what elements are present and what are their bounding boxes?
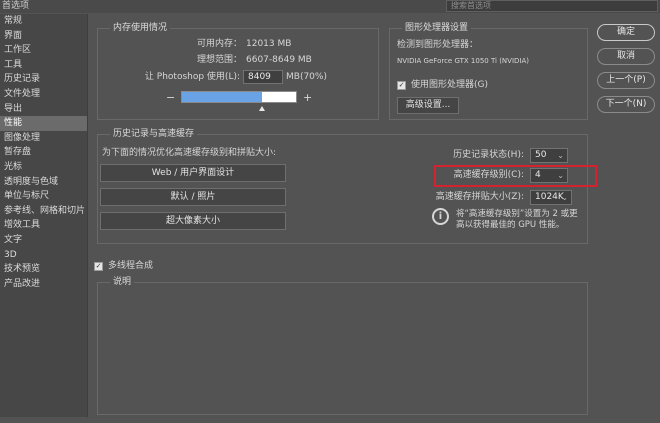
sidebar-item-export[interactable]: 导出: [0, 102, 87, 117]
advanced-settings-button[interactable]: 高级设置...: [397, 97, 459, 114]
next-button[interactable]: 下一个(N): [597, 96, 655, 113]
sidebar-item-units-rulers[interactable]: 单位与标尺: [0, 189, 87, 204]
sidebar-item-transparency-gamut[interactable]: 透明度与色域: [0, 175, 87, 190]
memory-usage-unit: MB(70%): [286, 72, 327, 82]
history-cache-legend: 历史记录与高速缓存: [110, 129, 198, 140]
cancel-button[interactable]: 取消: [597, 48, 655, 65]
memory-slider-handle[interactable]: [259, 106, 266, 111]
sidebar: 常规 界面 工作区 工具 历史记录 文件处理 导出 性能 图像处理 暂存盘 光标…: [0, 14, 88, 417]
memory-slider-fill: [182, 92, 262, 102]
info-text-line-2: 高以获得最佳的 GPU 性能。: [456, 220, 565, 230]
sidebar-item-guides-grid-slices[interactable]: 参考线、网格和切片: [0, 204, 87, 219]
detected-gpu-label: 检测到图形处理器：: [397, 40, 479, 50]
photoshop-use-label: 让 Photoshop 使用(L):: [144, 72, 240, 82]
history-states-value: 50: [535, 150, 547, 160]
slider-minus-icon: −: [166, 91, 176, 104]
tile-size-select[interactable]: 1024K ⌄: [530, 190, 572, 205]
ideal-range-value: 6607-8649 MB: [246, 55, 312, 65]
sidebar-item-history-log[interactable]: 历史记录: [0, 72, 87, 87]
sidebar-item-general[interactable]: 常规: [0, 14, 87, 29]
description-panel: 说明: [97, 277, 588, 415]
sidebar-item-plugins[interactable]: 增效工具: [0, 218, 87, 233]
sidebar-item-type[interactable]: 文字: [0, 233, 87, 248]
history-states-select[interactable]: 50 ⌄: [530, 148, 568, 163]
default-photos-button[interactable]: 默认 / 照片: [100, 188, 286, 206]
available-ram-value: 12013 MB: [246, 39, 292, 49]
available-ram-label: 可用内存：: [196, 39, 242, 49]
checkmark-icon: ✓: [398, 81, 405, 89]
gpu-settings-legend: 图形处理器设置: [402, 23, 472, 34]
info-text-line-1: 将“高速缓存级别”设置为 2 或更: [456, 209, 578, 219]
chevron-down-icon: ⌄: [561, 193, 568, 202]
ok-button[interactable]: 确定: [597, 24, 655, 41]
sidebar-item-tech-previews[interactable]: 技术预览: [0, 262, 87, 277]
info-icon: i: [432, 208, 449, 225]
sidebar-item-image-processing[interactable]: 图像处理: [0, 131, 87, 146]
cache-levels-highlight: [434, 165, 597, 187]
sidebar-item-performance[interactable]: 性能: [0, 116, 87, 131]
sidebar-item-workspace[interactable]: 工作区: [0, 43, 87, 58]
sidebar-item-cursors[interactable]: 光标: [0, 160, 87, 175]
memory-usage-legend: 内存使用情况: [110, 23, 171, 34]
description-legend: 说明: [110, 277, 135, 288]
multithread-label: 多线程合成: [108, 261, 154, 271]
sidebar-item-product-improvement[interactable]: 产品改进: [0, 277, 87, 292]
sidebar-item-scratch-disks[interactable]: 暂存盘: [0, 145, 87, 160]
memory-slider[interactable]: [181, 91, 297, 103]
gpu-name: NVIDIA GeForce GTX 1050 Ti (NVIDIA): [397, 57, 529, 65]
checkmark-icon: ✓: [95, 262, 102, 270]
multithread-checkbox[interactable]: ✓: [94, 262, 103, 271]
sidebar-item-tools[interactable]: 工具: [0, 58, 87, 73]
tile-size-value: 1024K: [535, 192, 564, 202]
slider-plus-icon: +: [303, 91, 313, 104]
tile-size-label: 高速缓存拼贴大小(Z):: [435, 192, 524, 202]
history-states-label: 历史记录状态(H):: [453, 150, 524, 160]
optimize-label: 为下面的情况优化高速缓存级别和拼贴大小:: [102, 148, 277, 158]
search-input[interactable]: 搜索首选项: [446, 0, 658, 12]
web-ui-design-button[interactable]: Web / 用户界面设计: [100, 164, 286, 182]
huge-pixel-dimensions-button[interactable]: 超大像素大小: [100, 212, 286, 230]
ideal-range-label: 理想范围：: [196, 55, 242, 65]
previous-button[interactable]: 上一个(P): [597, 72, 655, 89]
title-bar: 首选项 搜索首选项: [0, 0, 660, 13]
sidebar-item-interface[interactable]: 界面: [0, 29, 87, 44]
use-gpu-label: 使用图形处理器(G): [411, 80, 488, 90]
sidebar-item-3d[interactable]: 3D: [0, 248, 87, 263]
chevron-down-icon: ⌄: [557, 151, 564, 160]
use-gpu-checkbox[interactable]: ✓: [397, 81, 406, 90]
window-title: 首选项: [2, 1, 30, 11]
memory-usage-input[interactable]: 8409: [243, 70, 283, 84]
sidebar-item-file-handling[interactable]: 文件处理: [0, 87, 87, 102]
